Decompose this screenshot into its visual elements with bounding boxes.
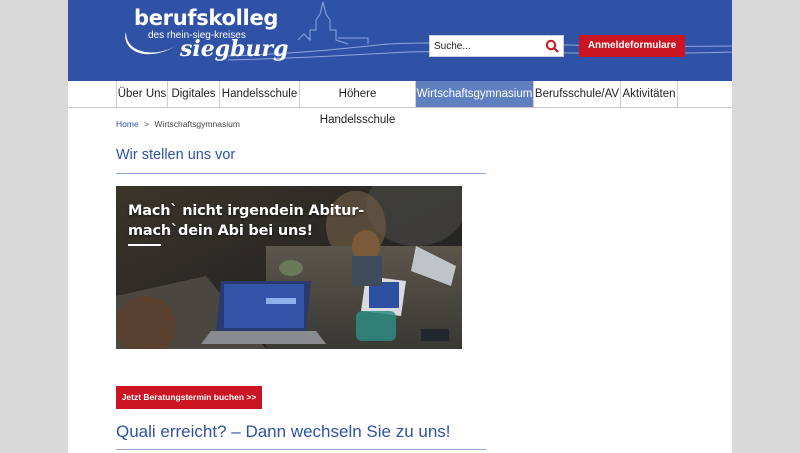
breadcrumb-home-link[interactable]: Home xyxy=(116,119,139,129)
registration-forms-button[interactable]: Anmeldeformulare xyxy=(579,35,685,57)
heading-divider xyxy=(116,173,486,174)
breadcrumb-current: Wirtschaftsgymnasium xyxy=(154,119,240,129)
breadcrumb: Home > Wirtschaftsgymnasium xyxy=(116,119,240,129)
logo-wordmark[interactable]: berufskolleg xyxy=(134,6,278,30)
nav-item-ueber-uns[interactable]: Über Uns xyxy=(116,81,167,107)
heading-divider-2 xyxy=(116,449,486,450)
book-consultation-button[interactable]: Jetzt Beratungstermin buchen >> xyxy=(116,386,262,409)
main-navigation: Über Uns Digitales Handelsschule Höhere … xyxy=(68,81,732,126)
banner-headline-line-2: mach`dein Abi bei uns! xyxy=(128,223,313,239)
site-header: berufskolleg des rhein-sieg-kreises sieg… xyxy=(68,0,732,81)
nav-item-handelsschule[interactable]: Handelsschule xyxy=(219,81,299,107)
breadcrumb-separator: > xyxy=(144,119,150,129)
section-heading-quali: Quali erreicht? – Dann wechseln Sie zu u… xyxy=(116,422,451,441)
nav-item-berufsschule-av[interactable]: Berufsschule/AV xyxy=(533,81,620,107)
search-input[interactable] xyxy=(434,38,542,54)
promo-banner-image[interactable]: Mach` nicht irgendein Abitur- mach`dein … xyxy=(116,186,462,349)
nav-item-hoehere-handelsschule[interactable]: Höhere Handelsschule xyxy=(299,81,415,126)
search-icon[interactable] xyxy=(545,39,559,53)
banner-headline-line-1: Mach` nicht irgendein Abitur- xyxy=(128,203,365,219)
search-box[interactable] xyxy=(429,35,564,57)
banner-underline xyxy=(128,244,161,246)
logo-city: siegburg xyxy=(180,36,289,62)
nav-item-digitales[interactable]: Digitales xyxy=(167,81,219,107)
page: berufskolleg des rhein-sieg-kreises sieg… xyxy=(68,0,732,453)
section-heading-intro: Wir stellen uns vor xyxy=(116,147,236,163)
nav-item-aktivitaeten[interactable]: Aktivitäten xyxy=(620,81,678,107)
nav-item-wirtschaftsgymnasium[interactable]: Wirtschaftsgymnasium xyxy=(415,81,533,107)
